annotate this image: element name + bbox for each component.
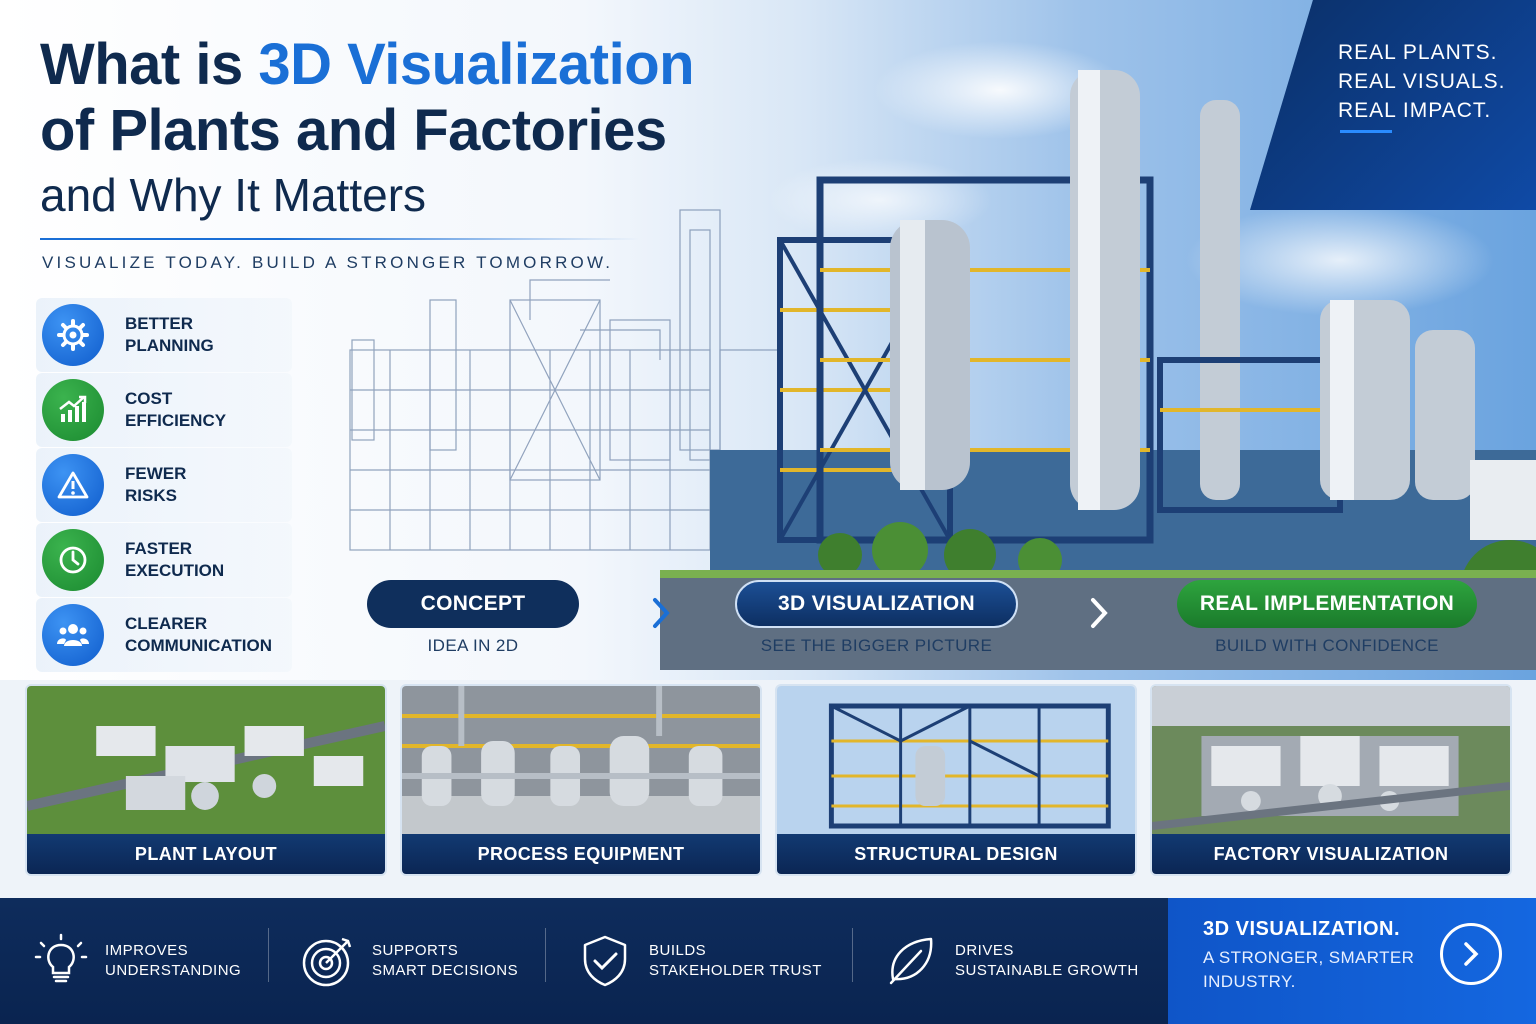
title-line-3: and Why It Matters	[40, 169, 427, 221]
benefit-fewer-risks: FEWER RISKS	[36, 448, 292, 522]
card-label: FACTORY VISUALIZATION	[1152, 834, 1510, 874]
structural-design-image	[777, 686, 1135, 834]
corner-line-3: REAL IMPACT.	[1338, 99, 1492, 122]
step-3d-visualization-sub: SEE THE BIGGER PICTURE	[760, 636, 993, 655]
step-real-implementation: REAL IMPLEMENTATION	[1177, 580, 1477, 628]
benefit-faster-execution: FASTER EXECUTION	[36, 523, 292, 597]
corner-banner-text: REAL PLANTS. REAL VISUALS. REAL IMPACT.	[1338, 38, 1505, 125]
cta-title: 3D VISUALIZATION.	[1203, 918, 1401, 940]
card-process-equipment: PROCESS EQUIPMENT	[400, 684, 762, 876]
title-line-1: What is 3D Visualization	[40, 32, 695, 97]
shield-check-icon	[583, 935, 627, 987]
benefit-label: CLEARER COMMUNICATION	[125, 614, 272, 655]
card-label: PLANT LAYOUT	[27, 834, 385, 874]
step-concept-sub: IDEA IN 2D	[427, 636, 519, 655]
footer-item-understanding: IMPROVES UNDERSTANDING	[33, 898, 241, 1024]
footer-item-text: IMPROVES UNDERSTANDING	[105, 942, 242, 979]
tagline: VISUALIZE TODAY. BUILD A STRONGER TOMORR…	[42, 253, 614, 272]
step-concept: CONCEPT	[367, 580, 579, 628]
growth-chart-icon	[42, 379, 104, 441]
clock-icon	[42, 529, 104, 591]
step-3d-visualization: 3D VISUALIZATION	[735, 580, 1018, 628]
leaf-icon	[889, 937, 933, 985]
footer-divider	[268, 928, 269, 982]
benefit-label: COST EFFICIENCY	[125, 389, 227, 430]
chevron-right-icon	[653, 598, 670, 628]
people-icon	[42, 604, 104, 666]
corner-line-1: REAL PLANTS.	[1338, 41, 1498, 64]
footer-item-text: SUPPORTS SMART DECISIONS	[372, 942, 519, 979]
title-divider	[40, 238, 640, 240]
chevron-right-icon	[1091, 598, 1108, 628]
title-block: What is 3D Visualization of Plants and F…	[40, 32, 695, 226]
benefit-clearer-communication: CLEARER COMMUNICATION	[36, 598, 292, 672]
target-icon	[302, 937, 352, 987]
footer-divider	[852, 928, 853, 982]
title-line-2: of Plants and Factories	[40, 98, 667, 163]
warning-icon	[42, 454, 104, 516]
footer-item-text: BUILDS STAKEHOLDER TRUST	[649, 942, 822, 979]
benefit-label: FASTER EXECUTION	[125, 539, 225, 580]
corner-line-2: REAL VISUALS.	[1338, 70, 1506, 93]
step-real-implementation-sub: BUILD WITH CONFIDENCE	[1215, 636, 1439, 655]
card-factory-visualization: FACTORY VISUALIZATION	[1150, 684, 1512, 876]
card-label: STRUCTURAL DESIGN	[777, 834, 1135, 874]
lightbulb-icon	[34, 933, 88, 983]
benefit-label: BETTER PLANNING	[125, 314, 214, 355]
cta-subtitle: A STRONGER, SMARTER INDUSTRY.	[1203, 948, 1415, 991]
plant-layout-image	[27, 686, 385, 834]
footer-item-decisions: SUPPORTS SMART DECISIONS	[300, 898, 518, 1024]
benefit-label: FEWER RISKS	[125, 464, 187, 505]
chevron-right-icon	[1464, 942, 1479, 966]
benefits-list: BETTER PLANNING COST EFFICIENCY FEWER RISKS…	[36, 298, 292, 673]
footer-item-growth: DRIVES SUSTAINABLE GROWTH	[883, 898, 1139, 1024]
title-highlight: 3D Visualization	[258, 32, 695, 97]
footer-item-trust: BUILDS STAKEHOLDER TRUST	[577, 898, 822, 1024]
card-plant-layout: PLANT LAYOUT	[25, 684, 387, 876]
gear-icon	[42, 304, 104, 366]
benefit-cost-efficiency: COST EFFICIENCY	[36, 373, 292, 447]
corner-banner-underline	[1340, 130, 1392, 133]
footer-divider	[545, 928, 546, 982]
cta-next-button[interactable]	[1440, 923, 1502, 985]
process-equipment-image	[402, 686, 760, 834]
card-label: PROCESS EQUIPMENT	[402, 834, 760, 874]
benefit-better-planning: BETTER PLANNING	[36, 298, 292, 372]
card-structural-design: STRUCTURAL DESIGN	[775, 684, 1137, 876]
footer-item-text: DRIVES SUSTAINABLE GROWTH	[955, 942, 1139, 979]
factory-visualization-image	[1152, 686, 1510, 834]
